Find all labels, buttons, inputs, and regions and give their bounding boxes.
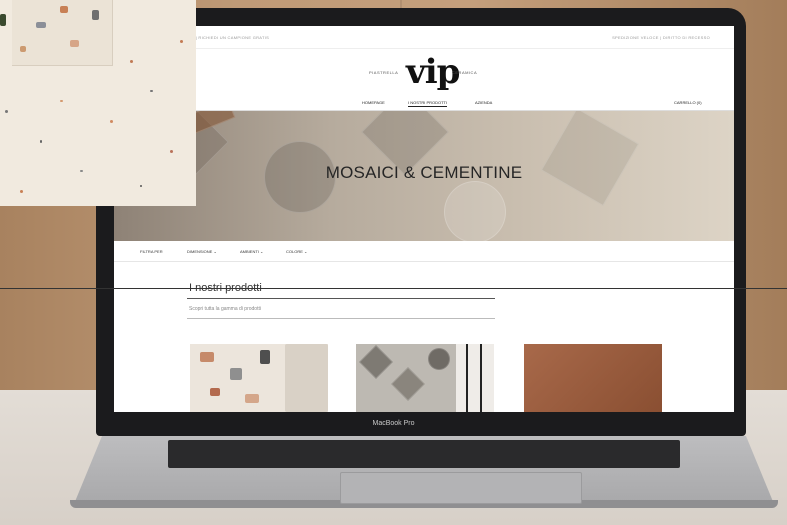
- laptop-keyboard: [168, 440, 680, 468]
- terrazzo-chip: [20, 190, 23, 193]
- terrazzo-chip: [60, 100, 63, 102]
- product-photo-backdrop: [456, 344, 494, 412]
- products-subheading: Scopri tutta la gamma di prodotti: [189, 306, 261, 312]
- site-logo[interactable]: PIASTRELLA vip CERAMICA: [114, 48, 734, 96]
- logo-left-text: PIASTRELLA: [369, 70, 399, 75]
- nav-item-homepage[interactable]: HOMEPAGE: [362, 100, 385, 105]
- terrazzo-chip: [150, 90, 153, 92]
- terrazzo-chip: [210, 388, 220, 396]
- terrazzo-chip: [70, 40, 79, 47]
- product-card-cotto[interactable]: [524, 344, 662, 412]
- terrazzo-chip: [130, 60, 133, 63]
- device-label: MacBook Pro: [372, 420, 415, 427]
- cementine-pattern: [359, 345, 393, 379]
- product-photo-backdrop: [285, 344, 328, 412]
- terrazzo-chip: [5, 110, 8, 113]
- product-card-cementine[interactable]: [356, 344, 494, 412]
- terrazzo-chip: [20, 46, 26, 52]
- terrazzo-chip: [110, 120, 113, 123]
- terrazzo-chip: [245, 394, 259, 403]
- terrazzo-chip: [92, 10, 99, 20]
- site-topbar: ENTO | RICHIEDI UN CAMPIONE GRATIS SPEDI…: [114, 26, 734, 49]
- terrazzo-swatch: [0, 0, 196, 206]
- terrazzo-chip: [260, 350, 270, 364]
- main-nav: HOMEPAGE I NOSTRI PRODOTTI AZIENDA CARRE…: [114, 96, 734, 111]
- terrazzo-chip: [60, 6, 68, 13]
- cart-link[interactable]: CARRELLO (0): [674, 100, 702, 105]
- terrazzo-chip: [140, 185, 142, 187]
- terrazzo-chip: [200, 352, 214, 362]
- topbar-right-text[interactable]: SPEDIZIONE VELOCE | DIRITTO DI RECESSO: [612, 35, 710, 40]
- stool-leg: [480, 344, 482, 412]
- filter-label: FILTRA PER: [140, 249, 163, 254]
- terrazzo-chip: [0, 14, 6, 26]
- heading-underline: [187, 298, 495, 299]
- laptop-trackpad: [340, 472, 582, 504]
- laptop-screen: ENTO | RICHIEDI UN CAMPIONE GRATIS SPEDI…: [114, 26, 734, 412]
- nav-item-products[interactable]: I NOSTRI PRODOTTI: [408, 100, 448, 107]
- terrazzo-chip: [170, 150, 173, 153]
- terrazzo-chip: [230, 368, 242, 380]
- hero-banner: MOSAICI & CEMENTINE: [114, 111, 734, 241]
- hero-title: MOSAICI & CEMENTINE: [325, 163, 523, 182]
- product-card-terrazzo[interactable]: [190, 344, 328, 412]
- hero-tile-pattern: [444, 181, 506, 241]
- terrazzo-chip: [180, 40, 183, 43]
- cementine-pattern: [428, 348, 450, 370]
- nav-item-azienda[interactable]: AZIENDA: [475, 100, 492, 105]
- subheading-underline: [187, 318, 495, 319]
- terrazzo-chip: [40, 140, 42, 143]
- hero-tile-pattern: [540, 111, 640, 207]
- filter-dimensione[interactable]: DIMENSIONE ⌄: [187, 249, 217, 254]
- horizontal-rule: [0, 288, 787, 289]
- filter-bar: FILTRA PER DIMENSIONE ⌄ AMBIENTI ⌄ COLOR…: [114, 241, 734, 262]
- terrazzo-chip: [36, 22, 46, 28]
- stool-leg: [466, 344, 468, 412]
- cotto-texture: [524, 344, 662, 412]
- cementine-pattern: [391, 367, 425, 401]
- filter-colore[interactable]: COLORE ⌄: [286, 249, 307, 254]
- logo-right-text: CERAMICA: [452, 70, 478, 75]
- filter-ambienti[interactable]: AMBIENTI ⌄: [240, 249, 263, 254]
- terrazzo-chip: [80, 170, 83, 172]
